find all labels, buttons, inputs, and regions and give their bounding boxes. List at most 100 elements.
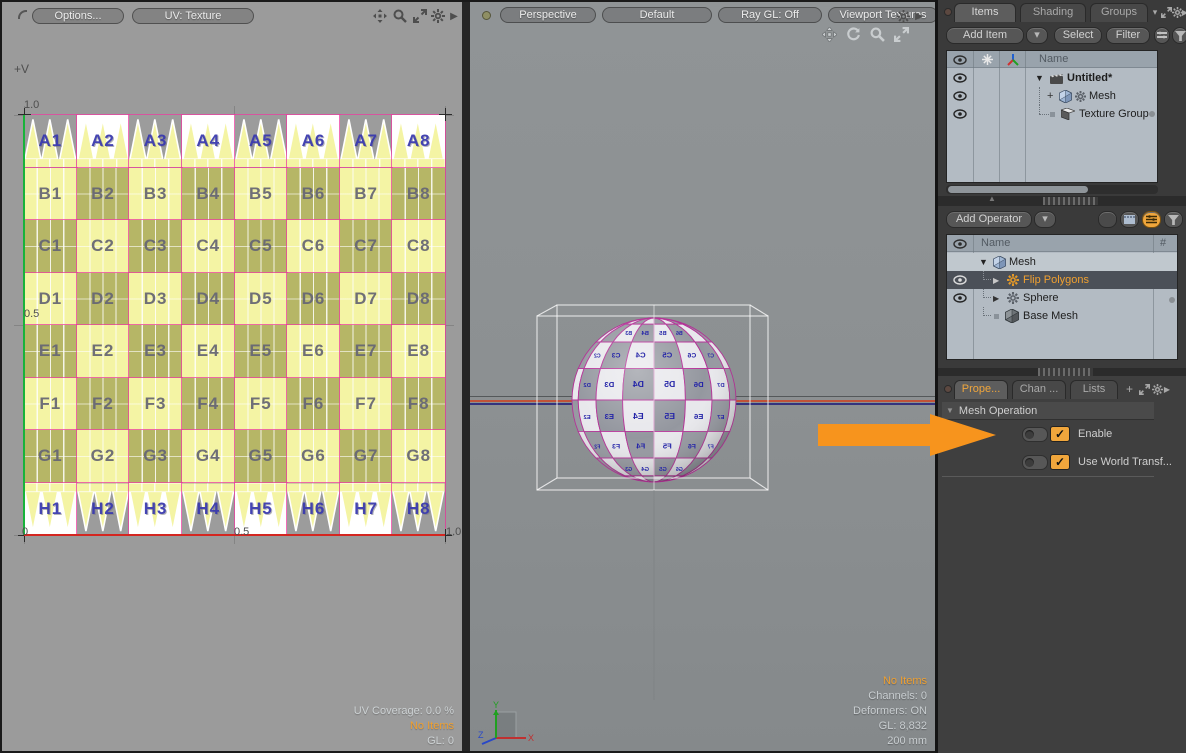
uv-cell[interactable]: H2 [77, 483, 130, 536]
options-button[interactable]: Options... [32, 8, 124, 24]
uv-cell[interactable]: E6 [287, 325, 340, 378]
zoom-icon[interactable] [868, 26, 886, 42]
uv-cell[interactable]: H1 [24, 483, 77, 536]
plus-expander[interactable]: + [1047, 90, 1053, 102]
uv-cell[interactable]: A1 [24, 115, 77, 168]
uv-cell[interactable]: A6 [287, 115, 340, 168]
uv-cell[interactable]: G3 [129, 430, 182, 483]
uv-cell[interactable]: C6 [287, 220, 340, 273]
tab-shading[interactable]: Shading [1020, 3, 1086, 22]
panel-corner-widget[interactable] [944, 8, 952, 16]
uv-cell[interactable]: F1 [24, 378, 77, 431]
uv-cell[interactable]: G8 [392, 430, 445, 483]
uv-cell[interactable]: C3 [129, 220, 182, 273]
operator-row-sphere[interactable]: ▶ Sphere [947, 289, 1177, 307]
operator-row-base-mesh[interactable]: Base Mesh [947, 307, 1177, 325]
uv-cell[interactable]: B6 [287, 168, 340, 221]
channel-toggle[interactable] [1022, 427, 1048, 442]
add-item-button[interactable]: Add Item [946, 27, 1024, 44]
panel-menu-arrow-icon[interactable]: ▶ [913, 8, 925, 24]
view-compact-icon[interactable] [1098, 211, 1117, 228]
uv-cell[interactable]: A5 [235, 115, 288, 168]
uv-cell[interactable]: G5 [235, 430, 288, 483]
uv-cell[interactable]: C7 [340, 220, 393, 273]
uv-cell[interactable]: C1 [24, 220, 77, 273]
maximize-icon[interactable] [1138, 382, 1150, 396]
tab-items[interactable]: Items [954, 3, 1016, 22]
panel-splitter[interactable]: ▲ [938, 196, 1186, 206]
uv-cell[interactable]: B4 [182, 168, 235, 221]
perspective-viewport[interactable]: B3B4B5B6C2C3C4C5C6C7D2D3D4D5D6D7E2E3E4E5… [470, 2, 935, 751]
uv-cell[interactable]: F6 [287, 378, 340, 431]
uv-cell[interactable]: C5 [235, 220, 288, 273]
uv-cell[interactable]: A4 [182, 115, 235, 168]
uv-cell[interactable]: G2 [77, 430, 130, 483]
uv-cell[interactable]: E4 [182, 325, 235, 378]
uv-cell[interactable]: F2 [77, 378, 130, 431]
uv-cell[interactable]: C2 [77, 220, 130, 273]
uv-cell[interactable]: D7 [340, 273, 393, 326]
uv-texture-button[interactable]: UV: Texture [132, 8, 254, 24]
add-tab-button[interactable]: + [1126, 382, 1133, 396]
operator-list[interactable]: Name # ▼ Mesh ▶ Flip Polygons [946, 234, 1178, 360]
uv-cell[interactable]: B2 [77, 168, 130, 221]
item-row-scene[interactable]: ▼ Untitled* [947, 69, 1157, 87]
shading-style-button[interactable]: Default [602, 7, 712, 23]
uv-cell[interactable]: D4 [182, 273, 235, 326]
pan-icon[interactable] [372, 8, 388, 24]
uv-cell[interactable]: G7 [340, 430, 393, 483]
select-button[interactable]: Select [1054, 27, 1102, 44]
uv-cell[interactable]: B1 [24, 168, 77, 221]
uv-cell[interactable]: A3 [129, 115, 182, 168]
uv-cell[interactable]: B8 [392, 168, 445, 221]
uv-cell[interactable]: H7 [340, 483, 393, 536]
expander-icon[interactable]: ▶ [993, 276, 999, 285]
enable-checkbox[interactable]: ✓ [1050, 426, 1070, 442]
pan-icon[interactable] [820, 26, 838, 42]
maximize-icon[interactable] [412, 8, 428, 24]
uv-cell[interactable]: D2 [77, 273, 130, 326]
raygl-button[interactable]: Ray GL: Off [718, 7, 822, 23]
operator-row-flip-polygons[interactable]: ▶ Flip Polygons [947, 271, 1177, 289]
tab-overflow-icon[interactable]: ▾ [1150, 5, 1160, 19]
filter-funnel-icon[interactable] [1172, 27, 1186, 44]
uv-cell[interactable]: E1 [24, 325, 77, 378]
gear-icon[interactable] [430, 8, 446, 24]
uv-cell[interactable]: H3 [129, 483, 182, 536]
uv-cell[interactable]: F8 [392, 378, 445, 431]
uv-cell[interactable]: A7 [340, 115, 393, 168]
uv-cell[interactable]: F4 [182, 378, 235, 431]
zoom-icon[interactable] [392, 8, 408, 24]
uv-cell[interactable]: G6 [287, 430, 340, 483]
projection-button[interactable]: Perspective [500, 7, 596, 23]
rotate-icon[interactable] [844, 26, 862, 42]
item-row-texture-group[interactable]: Texture Group [947, 105, 1157, 123]
uv-cell[interactable]: H6 [287, 483, 340, 536]
channel-toggle[interactable] [1022, 455, 1048, 470]
uv-cell[interactable]: C8 [392, 220, 445, 273]
uv-cell[interactable]: F7 [340, 378, 393, 431]
uv-cell[interactable]: E5 [235, 325, 288, 378]
uv-cell[interactable]: A2 [77, 115, 130, 168]
add-operator-dropdown[interactable]: ▾ [1034, 211, 1056, 228]
uv-cell[interactable]: D6 [287, 273, 340, 326]
panel-divider[interactable] [462, 2, 470, 751]
add-item-dropdown[interactable]: ▾ [1026, 27, 1048, 44]
panel-menu-arrow-icon[interactable]: ▶ [448, 8, 460, 24]
panel-corner-widget[interactable] [944, 385, 952, 393]
uv-cell[interactable]: B5 [235, 168, 288, 221]
expander-icon[interactable]: ▶ [993, 294, 999, 303]
uv-cell[interactable]: B3 [129, 168, 182, 221]
scroll-thumb[interactable] [1149, 111, 1155, 117]
expander-icon[interactable]: ▼ [979, 257, 988, 267]
uv-cell[interactable]: B7 [340, 168, 393, 221]
gear-icon[interactable] [1151, 382, 1163, 396]
expander-icon[interactable]: ▼ [1035, 73, 1044, 83]
list-style-icon[interactable] [1154, 27, 1170, 44]
panel-splitter[interactable] [938, 368, 1186, 376]
uv-cell[interactable]: D5 [235, 273, 288, 326]
sphere-mesh[interactable]: B3B4B5B6C2C3C4C5C6C7D2D3D4D5D6D7E2E3E4E5… [470, 2, 935, 751]
panel-corner-widget[interactable] [18, 10, 27, 19]
item-list[interactable]: Name ▼ Untitled* + [946, 50, 1158, 183]
uv-cell[interactable]: E3 [129, 325, 182, 378]
